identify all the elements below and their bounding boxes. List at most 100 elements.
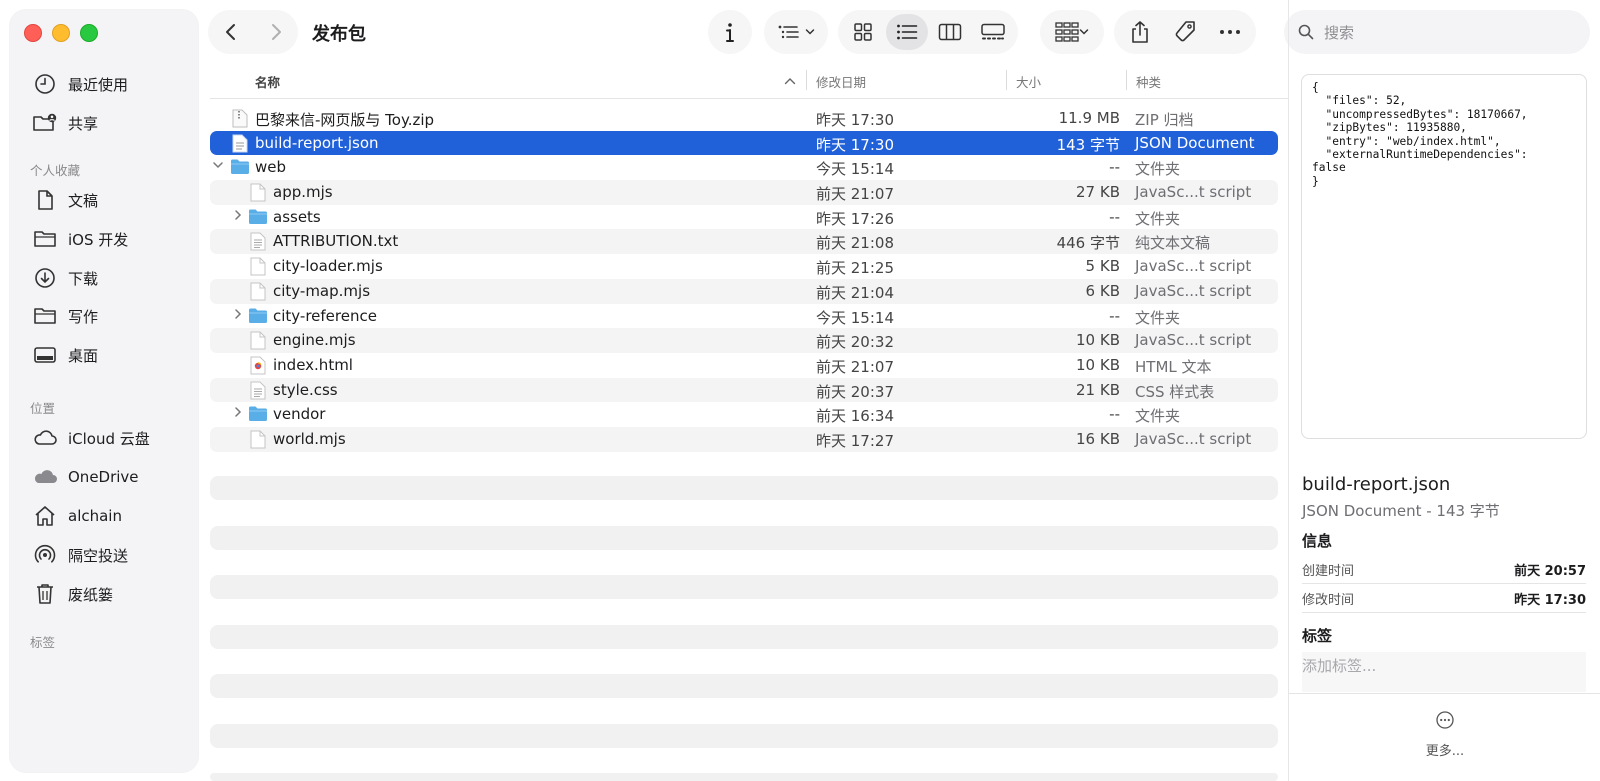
- folder-row-assets[interactable]: assets 昨天 17:26 -- 文件夹: [210, 205, 1278, 230]
- sidebar-item-onedrive[interactable]: OneDrive: [32, 461, 139, 493]
- created-value: 前天 20:57: [1514, 564, 1586, 579]
- folder-row-vendor[interactable]: vendor 前天 16:34 -- 文件夹: [210, 402, 1278, 427]
- icon-view-button[interactable]: [843, 14, 883, 50]
- file-date: 昨天 17:26: [816, 209, 894, 228]
- info-icon: [726, 23, 734, 42]
- sidebar-item-trash[interactable]: 废纸篓: [32, 578, 113, 610]
- download-icon: [32, 266, 58, 290]
- sidebar-item-recents[interactable]: 最近使用: [32, 68, 128, 100]
- file-name: ATTRIBUTION.txt: [273, 232, 399, 251]
- file-row-city-loader[interactable]: city-loader.mjs 前天 21:25 5 KB JavaSc...t…: [210, 254, 1278, 279]
- search-icon: [1298, 24, 1314, 40]
- sidebar-item-documents[interactable]: 文稿: [32, 184, 98, 216]
- sidebar-item-label: alchain: [68, 507, 122, 525]
- window-title: 发布包: [312, 24, 366, 45]
- sidebar-item-label: OneDrive: [68, 468, 139, 486]
- file-kind: 文件夹: [1135, 160, 1181, 179]
- file-kind: 文件夹: [1135, 209, 1181, 228]
- folder-row-web[interactable]: web 今天 15:14 -- 文件夹: [210, 155, 1278, 180]
- minimize-window-button[interactable]: [52, 24, 70, 42]
- chevron-left-icon: [225, 24, 235, 40]
- file-kind: 纯文本文稿: [1135, 234, 1211, 253]
- ellipsis-icon: [1219, 30, 1240, 34]
- list-view-button[interactable]: [885, 14, 928, 50]
- arrange-grid-icon: [1055, 22, 1079, 42]
- sidebar-item-shared[interactable]: 共享: [32, 107, 98, 139]
- file-row-app-mjs[interactable]: app.mjs 前天 21:07 27 KB JavaSc...t script: [210, 180, 1278, 205]
- file-row-style-css[interactable]: style.css 前天 20:37 21 KB CSS 样式表: [210, 377, 1278, 403]
- disclosure-open-icon[interactable]: [212, 159, 224, 173]
- file-kind: CSS 样式表: [1135, 382, 1215, 401]
- gallery-view-button[interactable]: [973, 14, 1013, 50]
- file-name: world.mjs: [273, 429, 346, 448]
- script-file-icon: [250, 183, 266, 202]
- script-file-icon: [250, 257, 266, 276]
- share-button[interactable]: [1120, 14, 1160, 50]
- sidebar-item-writing[interactable]: 写作: [32, 300, 98, 332]
- file-preview: { "files": 52, "uncompressedBytes": 1817…: [1301, 74, 1587, 439]
- sidebar-item-label: 下载: [68, 269, 99, 288]
- file-row-city-map[interactable]: city-map.mjs 前天 21:04 6 KB JavaSc...t sc…: [210, 278, 1278, 304]
- sidebar-item-ios-dev[interactable]: iOS 开发: [32, 223, 128, 255]
- chevron-down-icon: [805, 29, 815, 35]
- close-window-button[interactable]: [24, 24, 42, 42]
- inspector-divider[interactable]: [1288, 0, 1289, 781]
- navigation-group: [208, 10, 298, 54]
- column-separator[interactable]: [1006, 70, 1007, 90]
- column-header-kind[interactable]: 种类: [1136, 72, 1161, 91]
- disclosure-closed-icon[interactable]: [232, 209, 244, 223]
- file-kind: JSON Document: [1135, 133, 1255, 152]
- script-file-icon: [250, 282, 266, 301]
- file-size: 11.9 MB: [1058, 109, 1120, 127]
- empty-list-row: [210, 625, 1278, 649]
- sidebar-item-icloud[interactable]: iCloud 云盘: [32, 422, 150, 454]
- text-file-icon: [250, 232, 266, 251]
- add-tags-field[interactable]: 添加标签...: [1302, 652, 1586, 692]
- file-row-zip[interactable]: 巴黎来信-网页版与 Toy.zip 昨天 17:30 11.9 MB ZIP 归…: [210, 106, 1278, 131]
- tag-icon: [1175, 21, 1195, 42]
- file-size: 143 字节: [1056, 135, 1120, 154]
- file-date: 前天 20:37: [816, 382, 894, 401]
- folder-row-city-reference[interactable]: city-reference 今天 15:14 -- 文件夹: [210, 304, 1278, 329]
- group-by-button[interactable]: [764, 10, 828, 54]
- file-size: 10 KB: [1076, 355, 1120, 374]
- file-date: 前天 21:07: [816, 357, 894, 376]
- gallery-icon: [981, 23, 1005, 40]
- modified-value: 昨天 17:30: [1514, 593, 1586, 608]
- file-name: engine.mjs: [273, 331, 356, 350]
- info-divider: [1302, 612, 1586, 613]
- action-group: [1114, 10, 1256, 54]
- file-row-engine[interactable]: engine.mjs 前天 20:32 10 KB JavaSc...t scr…: [210, 328, 1278, 353]
- sidebar-item-label: iOS 开发: [68, 230, 129, 249]
- column-header-date[interactable]: 修改日期: [816, 72, 866, 91]
- sidebar-item-home[interactable]: alchain: [32, 500, 122, 532]
- disclosure-closed-icon[interactable]: [232, 308, 244, 322]
- file-kind: JavaSc...t script: [1135, 331, 1252, 350]
- back-button[interactable]: [208, 14, 253, 50]
- more-actions-button[interactable]: [1210, 14, 1250, 50]
- folder-icon: [248, 307, 268, 326]
- more-button[interactable]: 更多...: [1410, 710, 1480, 759]
- search-field[interactable]: 搜索: [1284, 10, 1590, 54]
- column-separator[interactable]: [1126, 70, 1127, 90]
- file-row-build-report-selected[interactable]: build-report.json 昨天 17:30 143 字节 JSON D…: [210, 130, 1278, 156]
- arrange-button[interactable]: [1040, 10, 1104, 54]
- file-list: 巴黎来信-网页版与 Toy.zip 昨天 17:30 11.9 MB ZIP 归…: [210, 106, 1278, 452]
- sidebar-item-desktop[interactable]: 桌面: [32, 339, 98, 371]
- sidebar-item-airdrop[interactable]: 隔空投送: [32, 539, 128, 571]
- tags-button[interactable]: [1165, 14, 1205, 50]
- disclosure-closed-icon[interactable]: [232, 406, 244, 420]
- column-separator[interactable]: [806, 70, 807, 90]
- column-header-name[interactable]: 名称: [255, 72, 280, 91]
- file-row-index-html[interactable]: index.html 前天 21:07 10 KB HTML 文本: [210, 353, 1278, 378]
- column-view-button[interactable]: [930, 14, 970, 50]
- zoom-window-button[interactable]: [80, 24, 98, 42]
- file-row-attribution[interactable]: ATTRIBUTION.txt 前天 21:08 446 字节 纯文本文稿: [210, 229, 1278, 255]
- forward-button[interactable]: [253, 14, 298, 50]
- get-info-button[interactable]: [708, 10, 752, 54]
- sidebar-item-downloads[interactable]: 下载: [32, 262, 98, 294]
- file-row-world-mjs[interactable]: world.mjs 昨天 17:27 16 KB JavaSc...t scri…: [210, 426, 1278, 452]
- file-name: index.html: [273, 355, 353, 374]
- favorites-header: 个人收藏: [30, 163, 81, 178]
- column-header-size[interactable]: 大小: [1016, 72, 1041, 91]
